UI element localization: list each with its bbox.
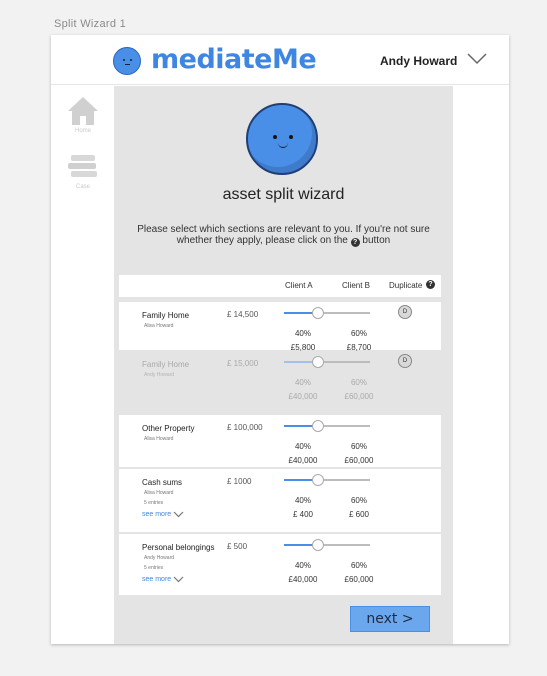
see-more-label: see more xyxy=(142,576,172,583)
user-name[interactable]: Andy Howard xyxy=(380,54,457,68)
slider-handle[interactable] xyxy=(312,356,324,368)
logo-text: mediateMe xyxy=(151,44,317,75)
asset-name: Personal belongings xyxy=(142,543,215,552)
chevron-down-icon xyxy=(173,511,184,518)
client-a-percent: 40% xyxy=(294,442,311,451)
table-row[interactable]: Other Property Alisa Howard £ 100,000 40% £4… xyxy=(119,415,441,467)
table-row[interactable]: Personal belongings Andy Howard 5 entries s… xyxy=(119,534,441,595)
table-header: Client A Client B Duplicate ? xyxy=(119,275,441,297)
frame-label: Split Wizard 1 xyxy=(54,18,127,30)
stack-icon xyxy=(68,155,97,177)
asset-amount: £ 500 xyxy=(227,542,248,551)
help-icon[interactable]: ? xyxy=(426,280,435,289)
column-header-client-a: Client A xyxy=(285,281,313,290)
asset-name: Cash sums xyxy=(142,478,183,487)
client-a-value: £40,000 xyxy=(288,575,318,584)
chevron-down-icon[interactable] xyxy=(467,53,487,65)
client-b-percent: 60% xyxy=(350,496,367,505)
asset-owner: Andy Howard xyxy=(144,372,175,378)
client-a-split: 40% £40,000 xyxy=(285,376,321,404)
client-a-percent: 40% xyxy=(294,378,311,387)
sidebar-item-case[interactable]: Case xyxy=(65,154,101,190)
client-b-value: £ 600 xyxy=(348,510,370,519)
right-gutter xyxy=(453,86,509,644)
asset-name: Other Property xyxy=(142,424,195,433)
asset-owner: Alisa Howard xyxy=(144,490,174,496)
client-b-split: 60% £60,000 xyxy=(341,559,377,587)
table-row[interactable]: Cash sums Alisa Howard 5 entries see more £ … xyxy=(119,469,441,532)
logo-icon xyxy=(113,47,141,75)
sidebar-item-home[interactable]: Home xyxy=(65,96,101,134)
client-b-split: 60% £60,000 xyxy=(341,440,377,468)
client-b-value: £60,000 xyxy=(344,456,374,465)
slider-handle[interactable] xyxy=(312,307,324,319)
client-b-percent: 60% xyxy=(350,442,367,451)
split-slider[interactable] xyxy=(284,356,370,368)
wizard-panel: asset split wizard Please select which s… xyxy=(114,86,453,644)
asset-owner: Alisa Howard xyxy=(144,436,174,442)
client-b-percent: 60% xyxy=(350,329,367,338)
entry-count: 5 entries xyxy=(144,500,164,506)
client-b-percent: 60% xyxy=(350,378,367,387)
table-row[interactable]: Family Home Andy Howard £ 15,000 40% £40,000… xyxy=(119,351,441,413)
asset-name: Family Home xyxy=(142,311,190,320)
client-b-value: £60,000 xyxy=(344,392,374,401)
column-header-duplicate: Duplicate xyxy=(389,281,423,290)
client-a-split: 40% £40,000 xyxy=(285,559,321,587)
column-header-client-b: Client B xyxy=(342,281,371,290)
see-more-link[interactable]: see more xyxy=(142,576,184,583)
slider-handle[interactable] xyxy=(312,420,324,432)
asset-amount: £ 14,500 xyxy=(227,310,259,319)
chevron-down-icon xyxy=(173,576,184,583)
page-title: asset split wizard xyxy=(222,186,345,203)
help-icon[interactable]: ? xyxy=(350,238,360,247)
instructions-text-end: button xyxy=(362,235,391,246)
duplicate-button[interactable]: D xyxy=(398,305,412,319)
sidebar-item-label: Case xyxy=(75,184,90,190)
client-a-percent: 40% xyxy=(294,561,311,570)
see-more-label: see more xyxy=(142,511,172,518)
asset-amount: £ 100,000 xyxy=(227,423,263,432)
duplicate-button[interactable]: D xyxy=(398,354,412,368)
client-b-split: 60% £ 600 xyxy=(341,494,377,522)
instructions: Please select which sections are relevan… xyxy=(124,224,443,247)
table-row[interactable]: Family Home Alisa Howard £ 14,500 40% £5,800… xyxy=(119,302,441,352)
entry-count: 5 entries xyxy=(144,565,164,571)
slider-handle[interactable] xyxy=(312,539,324,551)
client-a-percent: 40% xyxy=(294,496,311,505)
home-icon xyxy=(68,97,98,125)
client-a-percent: 40% xyxy=(294,329,311,338)
asset-owner: Alisa Howard xyxy=(144,323,174,329)
mascot-icon xyxy=(246,103,318,175)
client-b-value: £60,000 xyxy=(344,575,374,584)
top-bar: mediateMe Andy Howard xyxy=(51,35,509,85)
client-a-value: £40,000 xyxy=(288,456,318,465)
asset-amount: £ 15,000 xyxy=(227,359,259,368)
client-a-value: £40,000 xyxy=(288,392,318,401)
sidebar-item-label: Home xyxy=(74,128,91,134)
client-a-split: 40% £40,000 xyxy=(285,440,321,468)
split-slider[interactable] xyxy=(284,539,370,551)
see-more-link[interactable]: see more xyxy=(142,511,184,518)
app-window: mediateMe Andy Howard Home Case asset sp… xyxy=(51,35,509,644)
split-slider[interactable] xyxy=(284,474,370,486)
asset-name: Family Home xyxy=(142,360,190,369)
sidebar: Home Case xyxy=(51,86,114,644)
client-a-split: 40% £ 400 xyxy=(285,494,321,522)
asset-owner: Andy Howard xyxy=(144,555,175,561)
next-button[interactable]: next > xyxy=(350,606,430,632)
split-slider[interactable] xyxy=(284,420,370,432)
client-a-value: £ 400 xyxy=(292,510,314,519)
client-b-percent: 60% xyxy=(350,561,367,570)
split-slider[interactable] xyxy=(284,307,370,319)
asset-amount: £ 1000 xyxy=(227,477,252,486)
client-b-split: 60% £60,000 xyxy=(341,376,377,404)
slider-handle[interactable] xyxy=(312,474,324,486)
